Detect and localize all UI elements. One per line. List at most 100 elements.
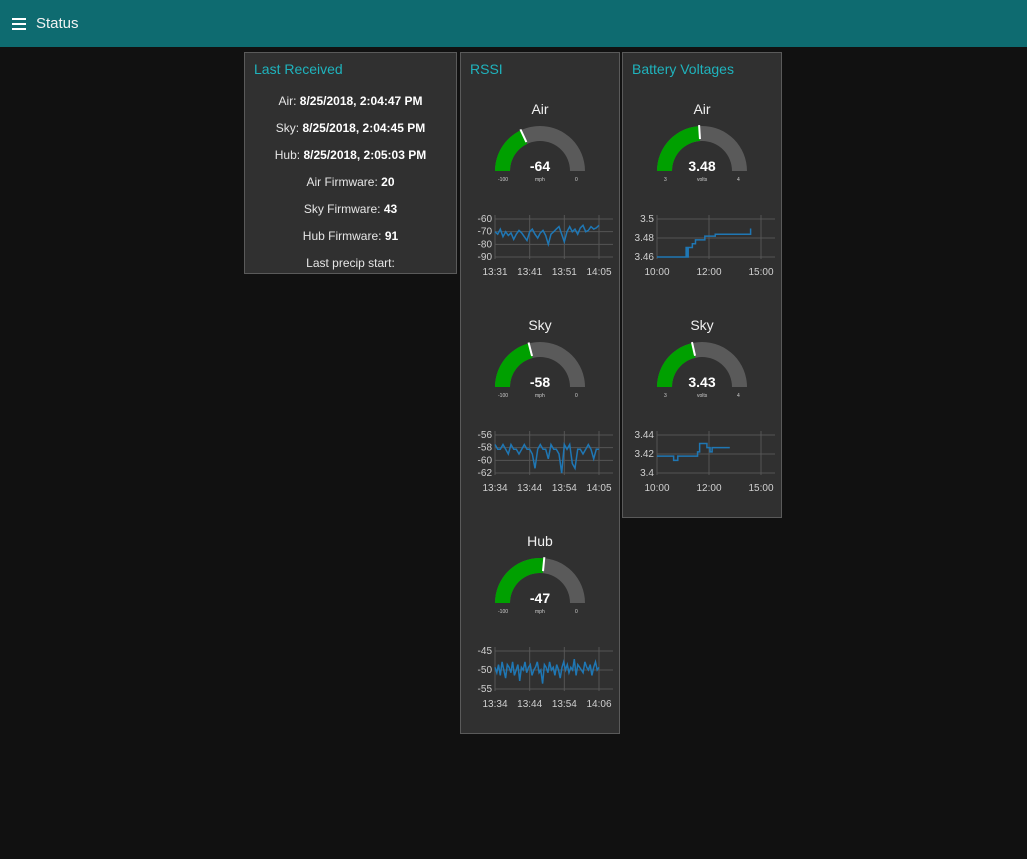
x-tick-label: 14:05 [586,267,611,278]
x-tick-label: 15:00 [748,267,773,278]
x-tick-label: 13:54 [552,483,577,494]
y-tick-label: 3.42 [635,449,655,460]
gauge-min: 3 [664,177,667,183]
gauge-value: -47 [529,590,551,606]
battery-air-chart: 3.5 3.48 3.46 10:00 12:00 15:00 [635,214,775,278]
gauge-max: 4 [737,177,740,183]
gauge-title: Sky [528,317,552,333]
y-tick-label: -60 [478,214,493,225]
sky-firmware-row: Sky Firmware: 43 [245,202,456,216]
gauge-needle [542,557,546,572]
rssi-hub-chart: -45 -50 -55 13:34 13:44 13:54 14:06 [478,646,613,710]
last-received-group: Last Received Air: 8/25/2018, 2:04:47 PM… [244,52,457,274]
y-tick-label: -58 [478,443,493,454]
gauge-title: Sky [690,317,714,333]
info-value: 43 [383,202,398,216]
x-tick-label: 13:31 [482,267,507,278]
gauge-max: 0 [575,609,578,615]
info-value: 8/25/2018, 2:04:47 PM [299,94,423,108]
gauge-value: -64 [529,158,551,174]
info-label: Air Firmware: [306,175,378,189]
info-value: 8/25/2018, 2:04:45 PM [302,121,426,135]
x-tick-label: 14:05 [586,483,611,494]
x-tick-label: 10:00 [644,483,669,494]
series-line [657,442,730,462]
y-tick-label: -56 [478,430,493,441]
x-tick-label: 13:51 [552,267,577,278]
last-precip-start-row: Last precip start: [245,256,456,270]
gauge-min: -100 [498,177,509,183]
gauge-units: mph [535,393,545,399]
x-tick-label: 13:41 [517,267,542,278]
x-tick-label: 10:00 [644,267,669,278]
battery-voltages-group: Battery Voltages Air 3.48 3 volts 4 3.5 3… [622,52,782,518]
info-label: Last precip start: [306,256,395,270]
gauge-value: -58 [529,374,551,390]
info-label: Hub: [274,148,301,162]
info-label: Air: [278,94,297,108]
gauge-units: mph [535,609,545,615]
x-tick-label: 12:00 [696,267,721,278]
info-label: Sky: [275,121,300,135]
gauge-units: volts [697,177,708,183]
y-tick-label: 3.44 [635,430,655,441]
hub-firmware-row: Hub Firmware: 91 [245,229,456,243]
info-label: Sky Firmware: [303,202,381,216]
x-tick-label: 12:00 [696,483,721,494]
group-title-battery: Battery Voltages [632,61,734,77]
gauge-max: 0 [575,393,578,399]
hamburger-menu-icon[interactable] [8,13,30,35]
sky-last-received-row: Sky: 8/25/2018, 2:04:45 PM [245,121,456,135]
info-value: 20 [381,175,395,189]
gauge-title: Air [693,101,711,117]
page-title: Status [36,15,79,32]
x-tick-label: 13:54 [552,699,577,710]
top-bar: Status [0,0,1027,47]
x-tick-label: 13:44 [517,483,542,494]
gauge-min: 3 [664,393,667,399]
y-tick-label: -60 [478,455,493,466]
info-value: 91 [384,229,399,243]
air-firmware-row: Air Firmware: 20 [245,175,456,189]
y-tick-label: -45 [478,646,493,657]
gauge-title: Air [531,101,549,117]
y-tick-label: 3.48 [635,233,655,244]
x-tick-label: 14:06 [586,699,611,710]
gauge-max: 4 [737,393,740,399]
air-last-received-row: Air: 8/25/2018, 2:04:47 PM [245,94,456,108]
gauge-value: 3.43 [688,374,716,390]
y-tick-label: -70 [478,227,493,238]
gauge-title: Hub [527,533,553,549]
gauge-units: volts [697,393,708,399]
y-tick-label: 3.4 [640,468,654,479]
info-value: 8/25/2018, 2:05:03 PM [303,148,427,162]
y-tick-label: -55 [478,684,493,695]
y-tick-label: -50 [478,665,493,676]
y-tick-label: 3.5 [640,214,654,225]
info-label: Hub Firmware: [302,229,382,243]
y-tick-label: -62 [478,468,493,479]
x-tick-label: 15:00 [748,483,773,494]
gauge-min: -100 [498,393,509,399]
x-tick-label: 13:34 [482,483,507,494]
x-tick-label: 13:44 [517,699,542,710]
series-line [494,658,600,684]
gauge-max: 0 [575,177,578,183]
y-tick-label: -80 [478,239,493,250]
battery-sky-chart: 3.44 3.42 3.4 10:00 12:00 15:00 [635,430,775,494]
gauge-min: -100 [498,609,509,615]
group-title-rssi: RSSI [470,61,503,77]
gauge-units: mph [535,177,545,183]
series-line [657,228,752,258]
rssi-sky-chart: -56 -58-60 -62 13:34 13:44 13:54 14:05 [478,430,613,494]
y-tick-label: 3.46 [635,252,655,263]
rssi-air-chart: -60 -70-80 -90 13:31 13:41 13:51 14:05 [478,214,613,278]
gauge-value: 3.48 [688,158,716,174]
hub-last-received-row: Hub: 8/25/2018, 2:05:03 PM [245,148,456,162]
series-line [494,224,600,248]
group-title-last-received: Last Received [254,61,343,77]
x-tick-label: 13:34 [482,699,507,710]
rssi-group: RSSI Air -64 -100 mph 0 -60 -70 -80 -90 13:3… [460,52,620,734]
gauge-needle [698,125,701,140]
series-line [494,442,599,474]
